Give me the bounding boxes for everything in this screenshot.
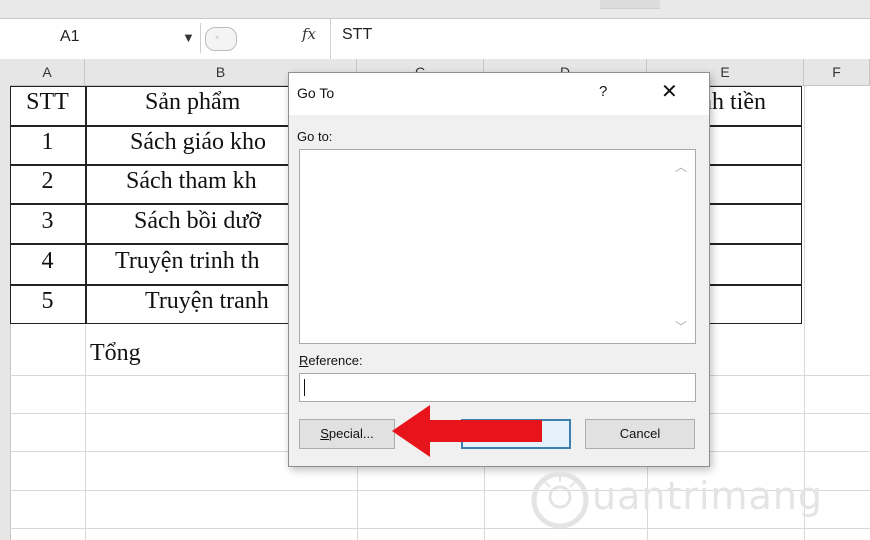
column-header-f[interactable]: F xyxy=(804,59,870,86)
text-caret xyxy=(304,378,305,396)
scroll-down-icon[interactable]: ﹀ xyxy=(675,318,687,335)
formula-bar-splitter[interactable]: ◦ xyxy=(205,27,237,51)
help-button[interactable]: ? xyxy=(599,83,607,100)
reference-label: Reference: xyxy=(299,353,363,368)
cell-product[interactable]: Truyện trinh th xyxy=(115,248,300,275)
reference-input[interactable] xyxy=(299,373,696,402)
scroll-up-icon[interactable]: ︿ xyxy=(675,158,687,175)
divider xyxy=(330,19,331,59)
formula-input[interactable]: STT xyxy=(342,26,372,44)
close-icon[interactable]: ✕ xyxy=(661,79,678,104)
goto-list[interactable]: ︿ ﹀ xyxy=(299,149,696,344)
cell-product[interactable]: Sách tham kh xyxy=(126,168,300,195)
circle-icon: ◦ xyxy=(215,30,220,44)
fx-label: fx xyxy=(302,25,317,43)
watermark-text: uantrimang xyxy=(592,474,824,518)
formula-bar: A1 ▼ ◦ fx STT xyxy=(0,18,870,60)
table-col-line xyxy=(85,86,87,324)
ribbon-tab-edge xyxy=(600,0,660,9)
cell-product[interactable]: Sách giáo kho xyxy=(130,129,300,156)
name-box-value: A1 xyxy=(60,28,80,45)
arrow-shape xyxy=(392,405,542,457)
cell-stt[interactable]: 4 xyxy=(10,248,85,275)
cell-stt[interactable]: 2 xyxy=(10,168,85,195)
cell-stt[interactable]: 3 xyxy=(10,208,85,235)
cancel-button[interactable]: Cancel xyxy=(585,419,695,449)
dialog-title: Go To xyxy=(297,85,335,101)
cell-stt-header[interactable]: STT xyxy=(10,89,85,116)
cell-product[interactable]: Truyện tranh xyxy=(145,288,300,315)
cell-stt[interactable]: 1 xyxy=(10,129,85,156)
bulb-icon xyxy=(531,471,589,529)
insert-function-icon[interactable]: fx xyxy=(302,25,316,43)
ribbon-edge xyxy=(0,0,870,18)
chevron-down-icon[interactable]: ▼ xyxy=(182,30,195,45)
watermark-logo: uantrimang xyxy=(530,470,860,530)
goto-label: Go to: xyxy=(297,129,333,144)
special-button[interactable]: Special... xyxy=(299,419,395,449)
cell-stt[interactable]: 5 xyxy=(10,288,85,315)
name-box[interactable]: A1 ▼ xyxy=(10,23,201,53)
cell-product[interactable]: Sách bồi dưỡ xyxy=(134,208,300,235)
cell-total-label[interactable]: Tổng xyxy=(90,340,210,367)
column-header-a[interactable]: A xyxy=(10,59,85,86)
red-arrow-icon xyxy=(392,405,542,457)
dialog-titlebar[interactable]: Go To ? ✕ xyxy=(289,73,709,115)
cell-amount-header[interactable]: nh tiền xyxy=(700,89,800,116)
